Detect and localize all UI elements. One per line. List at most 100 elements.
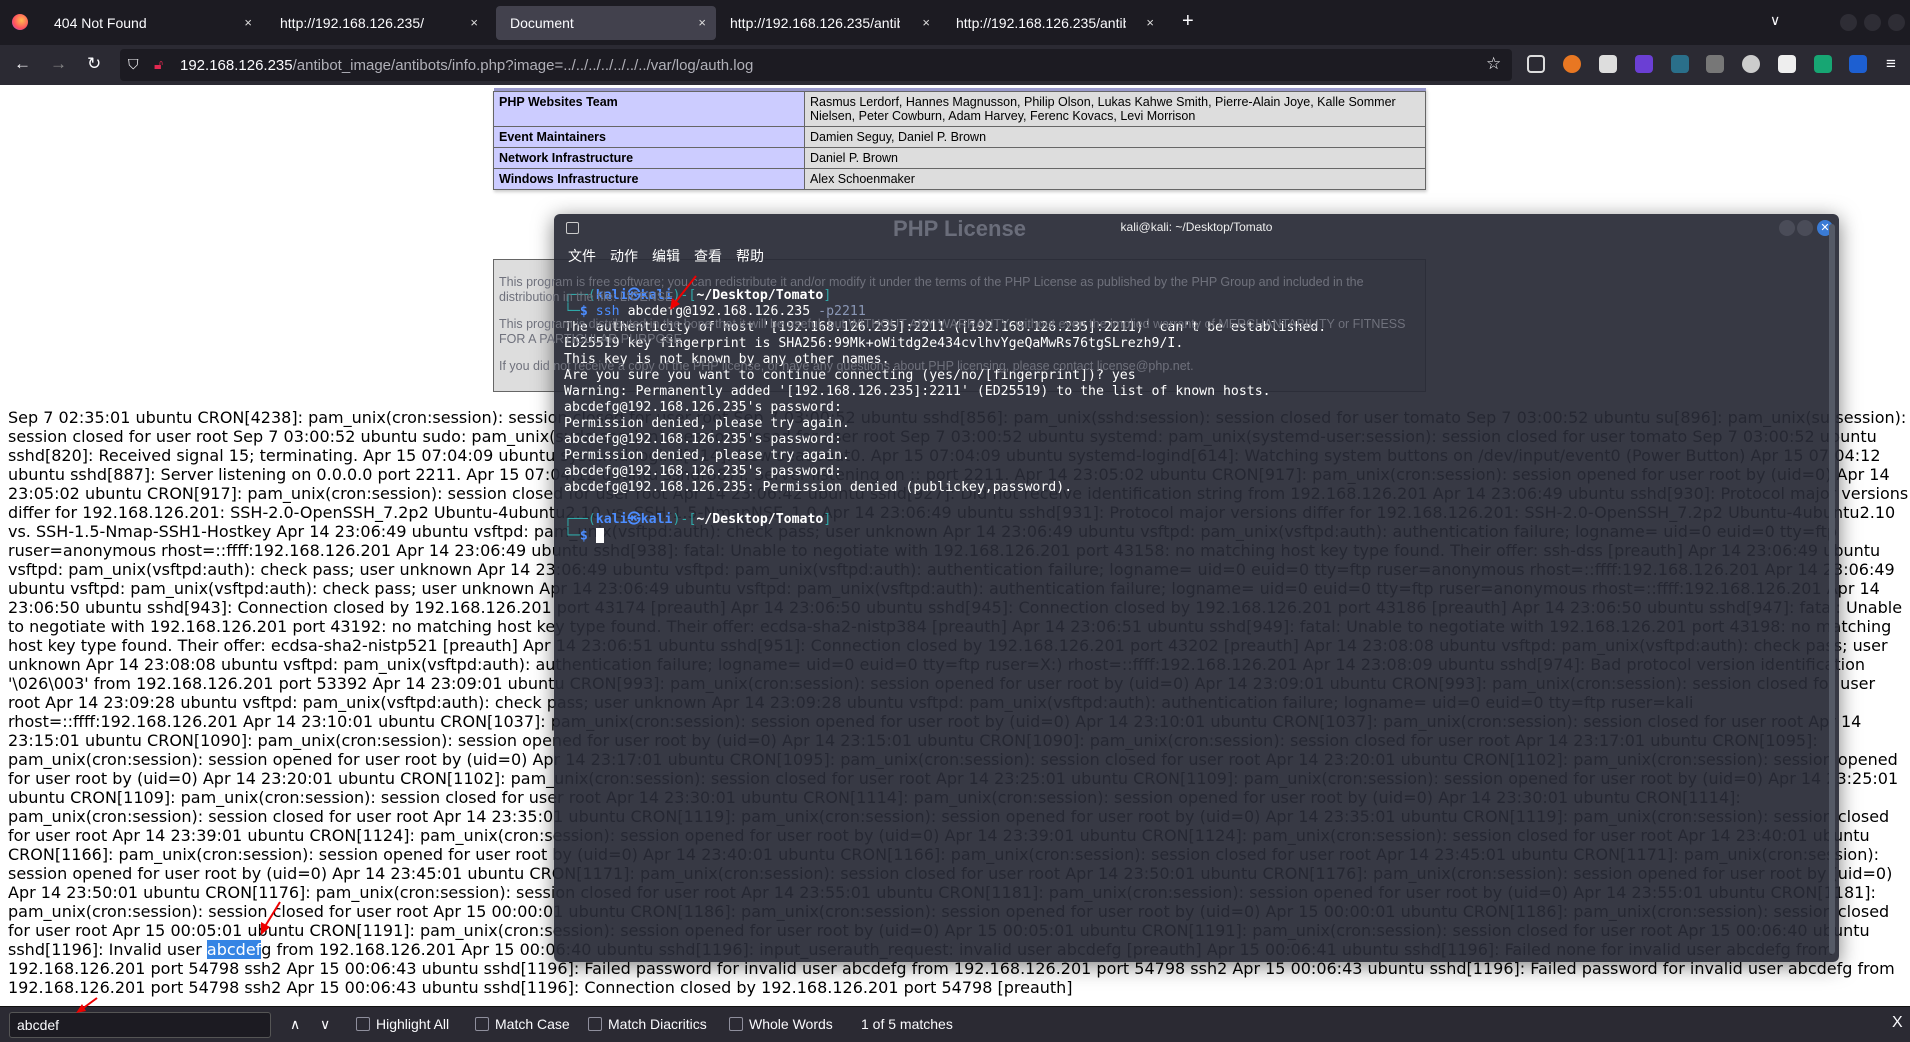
- option-label: Match Case: [495, 1016, 570, 1032]
- credits-value: Damien Seguy, Daniel P. Brown: [804, 125, 1426, 148]
- table-row: Windows Infrastructure Alex Schoenmaker: [493, 167, 1426, 190]
- menu-view[interactable]: 查看: [694, 248, 722, 264]
- table-row: Network Infrastructure Daniel P. Brown: [493, 146, 1426, 169]
- prompt-path: ~/Desktop/Tomato: [696, 512, 824, 527]
- terminal-output-line: The authenticity of host '[192.168.126.2…: [564, 320, 1327, 335]
- terminal-output-line: abcdefg@192.168.126.235's password:: [564, 432, 850, 447]
- terminal-window[interactable]: kali@kali: ~/Desktop/Tomato ✕ 文件 动作 编辑 查看 帮助…: [554, 214, 1839, 962]
- navigation-bar: ← → ↻ ⛉ 🔓︎ 192.168.126.235/antibot_image…: [0, 45, 1910, 85]
- log-text: sshd[1196]: Invalid user: [8, 940, 207, 959]
- tab-label: http://192.168.126.235/antibot: [956, 15, 1126, 31]
- terminal-output-line: Permission denied, please try again.: [564, 448, 850, 463]
- url-bar[interactable]: ⛉ 🔓︎ 192.168.126.235/antibot_image/antib…: [120, 49, 1512, 81]
- menu-actions[interactable]: 动作: [610, 248, 638, 264]
- tab-antibot-2[interactable]: http://192.168.126.235/antibot ×: [942, 6, 1164, 40]
- tab-close-icon[interactable]: ×: [922, 6, 930, 40]
- table-row: PHP Websites Team Rasmus Lerdorf, Hannes …: [493, 90, 1426, 127]
- match-diacritics-checkbox[interactable]: Match Diacritics: [588, 1016, 707, 1032]
- terminal-output-line: abcdefg@192.168.126.235's password:: [564, 464, 850, 479]
- menu-help[interactable]: 帮助: [736, 248, 764, 264]
- terminal-maximize-button[interactable]: [1797, 220, 1813, 236]
- url-host: 192.168.126.235: [180, 57, 293, 74]
- forward-arrow-icon[interactable]: →: [50, 54, 67, 74]
- prompt-dollar: $: [579, 528, 588, 544]
- credits-key: Network Infrastructure: [493, 146, 805, 169]
- terminal-output[interactable]: ┌──(kali㉿kali)-[~/Desktop/Tomato] └─$ ssh…: [564, 288, 1326, 545]
- menu-hamburger-icon[interactable]: ≡: [1886, 54, 1896, 74]
- menu-edit[interactable]: 编辑: [652, 248, 680, 264]
- terminal-output-line: abcdefg@192.168.126.235's password:: [564, 400, 850, 415]
- find-next-button[interactable]: ∨: [320, 1016, 330, 1033]
- tab-label: http://192.168.126.235/antibot: [730, 15, 900, 31]
- firefox-logo-icon: [12, 14, 28, 30]
- table-row: Event Maintainers Damien Seguy, Daniel P.…: [493, 125, 1426, 148]
- command-args: abcdefg@192.168.126.235: [619, 304, 819, 319]
- extension-badge-icon[interactable]: [1599, 55, 1617, 73]
- close-window-button[interactable]: [1888, 14, 1905, 31]
- bookmark-star-icon[interactable]: ☆: [1486, 54, 1501, 74]
- checkbox-icon: [729, 1017, 743, 1031]
- tab-close-icon[interactable]: ×: [698, 6, 706, 40]
- credits-key: Windows Infrastructure: [493, 167, 805, 190]
- prompt-open: ┌──(: [564, 288, 596, 303]
- credits-key: PHP Websites Team: [493, 90, 805, 127]
- terminal-title: kali@kali: ~/Desktop/Tomato: [1120, 220, 1273, 234]
- extension-translate-icon[interactable]: [1849, 55, 1867, 73]
- terminal-app-icon: [566, 222, 579, 234]
- tab-close-icon[interactable]: ×: [244, 6, 252, 40]
- new-tab-button[interactable]: +: [1182, 10, 1194, 33]
- prompt-corner: └─: [564, 304, 580, 319]
- match-count: 1 of 5 matches: [861, 1016, 953, 1032]
- menu-file[interactable]: 文件: [568, 248, 596, 264]
- option-label: Whole Words: [749, 1016, 833, 1032]
- prompt-sep: ㉿: [627, 512, 641, 527]
- extension-cookie-icon[interactable]: [1778, 55, 1796, 73]
- credits-value: Daniel P. Brown: [804, 146, 1426, 169]
- tab-close-icon[interactable]: ×: [1146, 6, 1154, 40]
- prompt-path: ~/Desktop/Tomato: [696, 288, 824, 303]
- prompt-close: ]: [823, 512, 832, 527]
- terminal-menu-bar: 文件 动作 编辑 查看 帮助: [568, 246, 778, 266]
- maximize-button[interactable]: [1864, 14, 1881, 31]
- tab-document[interactable]: Document ×: [496, 6, 716, 40]
- command-flag: -p2211: [818, 304, 866, 319]
- find-input[interactable]: abcdef: [9, 1012, 271, 1038]
- tab-label: 404 Not Found: [54, 15, 147, 31]
- extension-foxyproxy-icon[interactable]: [1563, 55, 1581, 73]
- back-arrow-icon[interactable]: ←: [14, 54, 31, 74]
- minimize-button[interactable]: [1840, 14, 1857, 31]
- list-tabs-chevron-icon[interactable]: ∨: [1770, 12, 1780, 29]
- tab-antibot-1[interactable]: http://192.168.126.235/antibot ×: [716, 6, 940, 40]
- reload-icon[interactable]: ↻: [87, 54, 101, 74]
- extension-purple-icon[interactable]: [1635, 55, 1653, 73]
- extension-hackbar-icon[interactable]: [1814, 55, 1832, 73]
- insecure-lock-icon[interactable]: 🔓︎: [154, 56, 163, 73]
- terminal-output-line: Are you sure you want to continue connec…: [564, 368, 1136, 383]
- command-line: └─$ ssh abcdefg@192.168.126.235 -p2211: [564, 304, 1326, 320]
- credits-value: Rasmus Lerdorf, Hannes Magnusson, Philip…: [804, 90, 1426, 127]
- log-line: 192.168.126.201 port 54798 ssh2 Apr 15 0…: [8, 978, 1073, 997]
- terminal-output-line: This key is not known by any other names…: [564, 352, 890, 367]
- tab-home[interactable]: http://192.168.126.235/ ×: [266, 6, 488, 40]
- terminal-output-line: Warning: Permanently added '[192.168.126…: [564, 384, 1271, 399]
- shield-icon[interactable]: ⛉: [128, 56, 139, 73]
- extension-globe-icon[interactable]: [1742, 55, 1760, 73]
- whole-words-checkbox[interactable]: Whole Words: [729, 1016, 833, 1032]
- tab-404[interactable]: 404 Not Found ×: [40, 6, 262, 40]
- find-previous-button[interactable]: ∧: [290, 1016, 300, 1033]
- terminal-minimize-button[interactable]: [1779, 220, 1795, 236]
- terminal-scrollbar[interactable]: [1829, 224, 1835, 954]
- match-case-checkbox[interactable]: Match Case: [475, 1016, 570, 1032]
- command-name: ssh: [595, 304, 620, 319]
- prompt-mid: )-[: [672, 288, 697, 303]
- extension-user-agent-icon[interactable]: [1706, 55, 1724, 73]
- tab-close-icon[interactable]: ×: [470, 6, 478, 40]
- extension-wappalyzer-icon[interactable]: [1671, 55, 1689, 73]
- highlight-all-checkbox[interactable]: Highlight All: [356, 1016, 449, 1032]
- prompt-user: kali: [595, 512, 628, 527]
- extensions-icon[interactable]: [1527, 55, 1545, 73]
- prompt-open: ┌──(: [564, 512, 596, 527]
- find-close-button[interactable]: X: [1892, 1014, 1903, 1032]
- credits-value: Alex Schoenmaker: [804, 167, 1426, 190]
- url-text[interactable]: 192.168.126.235/antibot_image/antibots/i…: [180, 57, 753, 74]
